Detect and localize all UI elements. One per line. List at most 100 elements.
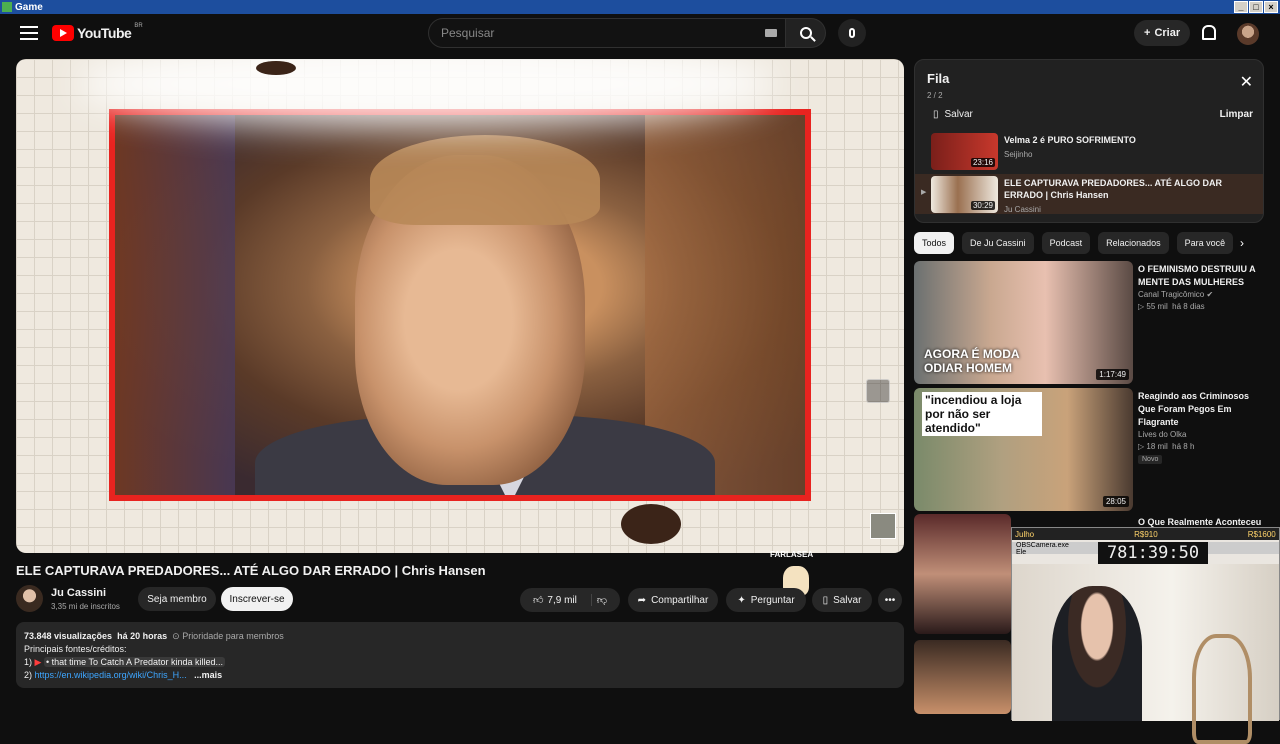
- thumbs-up-icon: 👍︎: [532, 595, 544, 606]
- account-avatar[interactable]: [1237, 23, 1259, 45]
- chip-for-you[interactable]: Para você: [1176, 232, 1234, 254]
- ask-button[interactable]: ✦ Perguntar: [726, 588, 806, 612]
- queue-item-channel: Ju Cassini: [1004, 205, 1041, 214]
- wikipedia-link[interactable]: https://en.wikipedia.org/wiki/Chris_H...: [35, 670, 187, 680]
- chip-related[interactable]: Relacionados: [1098, 232, 1169, 254]
- dislike-button[interactable]: 👎︎: [597, 594, 607, 606]
- top-bar: YouTube BR Pesquisar + Criar: [0, 14, 1280, 54]
- bookmark-icon: ▯: [933, 109, 939, 120]
- priority-label: Prioridade para membros: [182, 631, 284, 641]
- minimize-button[interactable]: _: [1234, 1, 1248, 13]
- create-button[interactable]: + Criar: [1134, 20, 1191, 46]
- recommendation-thumbnail: "incendiou a loja por não ser atendido" …: [914, 388, 1133, 511]
- thumbnail-text: "incendiou a loja por não ser atendido": [922, 392, 1042, 436]
- share-icon: ➦: [637, 594, 647, 606]
- voice-search-button[interactable]: [838, 19, 866, 47]
- video-frame: [109, 109, 811, 501]
- plus-icon: +: [1144, 27, 1151, 39]
- recommendation-thumbnail: [914, 514, 1011, 634]
- player-watermark-text: FARLASEA: [770, 550, 814, 559]
- queue-save-button[interactable]: ▯ Salvar: [933, 109, 973, 120]
- like-count: 7,9 mil: [547, 594, 577, 606]
- search-placeholder: Pesquisar: [441, 26, 495, 40]
- logo-text: YouTube: [77, 25, 132, 41]
- close-icon[interactable]: ✕: [1240, 72, 1253, 92]
- search-input[interactable]: Pesquisar: [428, 18, 786, 48]
- recommendation-item[interactable]: AGORA É MODA ODIAR HOMEM 1:17:49 O FEMIN…: [914, 261, 1264, 384]
- recommendation-title: O FEMINISMO DESTRUIU A MENTE DAS MULHERE…: [1138, 264, 1256, 287]
- recommendation-stats: ▷ 55 mil há 8 dias: [1138, 302, 1205, 311]
- create-label: Criar: [1154, 27, 1181, 39]
- webcam-overlay: Julho R$910 R$1600 OBSCamera.exe Ele 781…: [1011, 527, 1280, 744]
- show-more-link[interactable]: ...mais: [194, 670, 222, 680]
- window-titlebar: Game _ □ ×: [0, 0, 1280, 14]
- description-line: 1) ▶ • that time To Catch A Predator kin…: [24, 657, 226, 667]
- thumbnail-text: AGORA É MODA ODIAR HOMEM: [924, 347, 1020, 375]
- search-button[interactable]: [786, 18, 826, 48]
- miniplayer-icon[interactable]: [866, 379, 890, 403]
- app-icon: [2, 2, 12, 12]
- maximize-button[interactable]: □: [1249, 1, 1263, 13]
- now-playing-icon: ▶: [921, 189, 927, 196]
- queue-item-title: ELE CAPTURAVA PREDADORES... ATÉ ALGO DAR…: [1004, 178, 1223, 200]
- recommendation-stats: ▷ 18 mil há 8 h: [1138, 442, 1195, 451]
- recommendation-channel: Canal Tragicômico ✔: [1138, 290, 1214, 299]
- channel-name[interactable]: Ju Cassini: [51, 587, 106, 599]
- notifications-bell-icon[interactable]: [1200, 24, 1216, 40]
- priority-icon: ⊙: [172, 631, 180, 641]
- window-controls: _ □ ×: [1234, 1, 1278, 13]
- microphone-icon: [849, 28, 855, 38]
- thumbs-down-icon: 👎︎: [596, 595, 608, 606]
- youtube-link-icon: ▶: [34, 657, 42, 667]
- chip-all[interactable]: Todos: [914, 232, 955, 254]
- youtube-play-icon: [52, 25, 74, 41]
- queue-title: Fila: [927, 71, 950, 86]
- recommendation-channel: Lives do Olka: [1138, 430, 1187, 439]
- upload-age: há 20 horas: [117, 631, 168, 641]
- recommendation-thumbnail: AGORA É MODA ODIAR HOMEM 1:17:49: [914, 261, 1133, 384]
- window-title: Game: [15, 1, 43, 13]
- channel-watermark[interactable]: [870, 513, 896, 539]
- video-reference-link[interactable]: • that time To Catch A Predator kinda ki…: [43, 657, 226, 667]
- queue-thumbnail: 23:16: [931, 133, 998, 170]
- hamburger-menu-icon[interactable]: [20, 26, 38, 40]
- view-count: 73.848 visualizações: [24, 631, 113, 641]
- recommendation-item[interactable]: "incendiou a loja por não ser atendido" …: [914, 388, 1264, 511]
- chip-podcast[interactable]: Podcast: [1041, 232, 1091, 254]
- queue-panel: Fila 2 / 2 ✕ ▯ Salvar Limpar 23:16 Velma…: [914, 59, 1264, 223]
- bookmark-icon: ▯: [822, 594, 829, 606]
- description-box[interactable]: 73.848 visualizações há 20 horas ⊙ Prior…: [16, 622, 904, 688]
- queue-item-current[interactable]: ▶ 30:29 ELE CAPTURAVA PREDADORES... ATÉ …: [915, 174, 1263, 214]
- recommendation-title: Reagindo aos Criminosos Que Foram Pegos …: [1138, 391, 1250, 427]
- queue-clear-button[interactable]: Limpar: [1220, 109, 1253, 120]
- share-button[interactable]: ➦ Compartilhar: [628, 588, 718, 612]
- like-button[interactable]: 👍︎ 7,9 mil: [533, 594, 592, 606]
- chevron-right-icon[interactable]: ›: [1240, 236, 1244, 250]
- queue-count: 2 / 2: [927, 91, 943, 100]
- verified-icon: ✔: [1206, 290, 1214, 299]
- chip-from-channel[interactable]: De Ju Cassini: [962, 232, 1034, 254]
- more-actions-button[interactable]: •••: [878, 588, 902, 612]
- keyboard-icon[interactable]: [765, 29, 777, 37]
- queue-item-title: Velma 2 é PURO SOFRIMENTO: [1004, 135, 1136, 145]
- queue-item-channel: Seijinho: [1004, 150, 1033, 159]
- like-dislike-group: 👍︎ 7,9 mil 👎︎: [520, 588, 620, 612]
- video-title: ELE CAPTURAVA PREDADORES... ATÉ ALGO DAR…: [16, 563, 486, 578]
- join-button[interactable]: Seja membro: [138, 587, 216, 611]
- queue-item[interactable]: 23:16 Velma 2 é PURO SOFRIMENTO Seijinho: [915, 131, 1263, 171]
- description-line: 2) https://en.wikipedia.org/wiki/Chris_H…: [24, 670, 223, 680]
- description-line: Principais fontes/créditos:: [24, 644, 127, 654]
- region-code: BR: [134, 23, 143, 29]
- description-meta: 73.848 visualizações há 20 horas ⊙ Prior…: [24, 630, 896, 643]
- save-button[interactable]: ▯ Salvar: [812, 588, 872, 612]
- new-badge: Novo: [1138, 455, 1163, 464]
- filter-chips: Todos De Ju Cassini Podcast Relacionados…: [914, 232, 1264, 254]
- close-window-button[interactable]: ×: [1264, 1, 1278, 13]
- youtube-logo[interactable]: YouTube BR: [52, 23, 143, 41]
- recommendation-thumbnail: [914, 640, 1011, 714]
- channel-avatar[interactable]: [16, 585, 43, 612]
- stream-timer: 781:39:50: [1098, 542, 1208, 564]
- video-player[interactable]: [16, 59, 904, 553]
- subscribe-button[interactable]: Inscrever-se: [221, 587, 293, 611]
- subscriber-count: 3,35 mi de inscritos: [51, 602, 120, 611]
